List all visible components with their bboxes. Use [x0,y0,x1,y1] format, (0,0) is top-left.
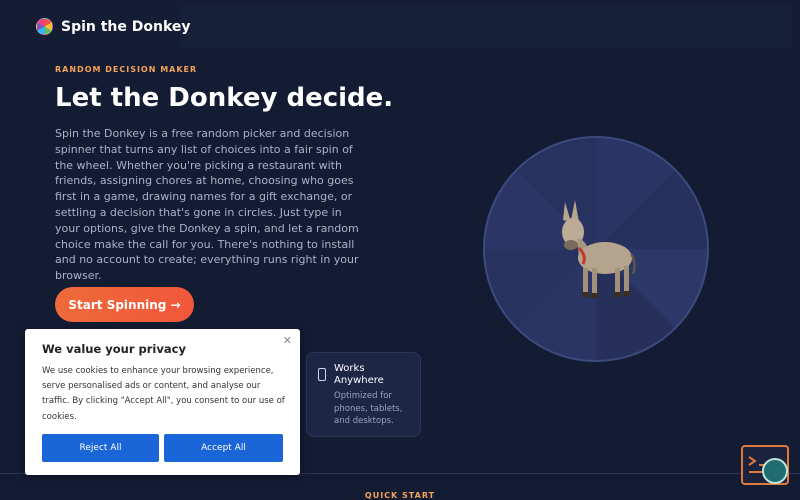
page-title: Let the Donkey decide. [55,83,394,113]
spinner-wheel-icon [36,18,53,35]
hero-eyebrow: RANDOM DECISION MAKER [55,65,198,74]
brand-name: Spin the Donkey [61,18,191,35]
site-header: Spin the Donkey [0,0,800,52]
feature-title: Works Anywhere [334,363,384,386]
accept-all-button[interactable]: Accept All [164,434,283,462]
close-icon[interactable]: ✕ [283,334,292,347]
reject-all-button[interactable]: Reject All [42,434,159,462]
header-nav-area [180,4,792,48]
search-icon[interactable] [762,458,788,484]
feature-description: Optimized for phones, tablets, and deskt… [334,391,403,426]
hero-description: Spin the Donkey is a free random picker … [55,127,359,283]
donkey-icon [562,200,636,298]
quick-start-heading: QUICK START [364,491,436,500]
brand[interactable]: Spin the Donkey [36,18,191,35]
start-spinning-button[interactable]: Start Spinning → [55,287,194,322]
phone-icon [318,368,326,381]
cookie-consent-banner: ✕ We value your privacy We use cookies t… [25,329,300,475]
feature-card-works-anywhere: Works Anywhere Optimized for phones, tab… [306,352,421,437]
cookie-text: We use cookies to enhance your browsing … [42,366,285,422]
cookie-title: We value your privacy [42,342,186,356]
